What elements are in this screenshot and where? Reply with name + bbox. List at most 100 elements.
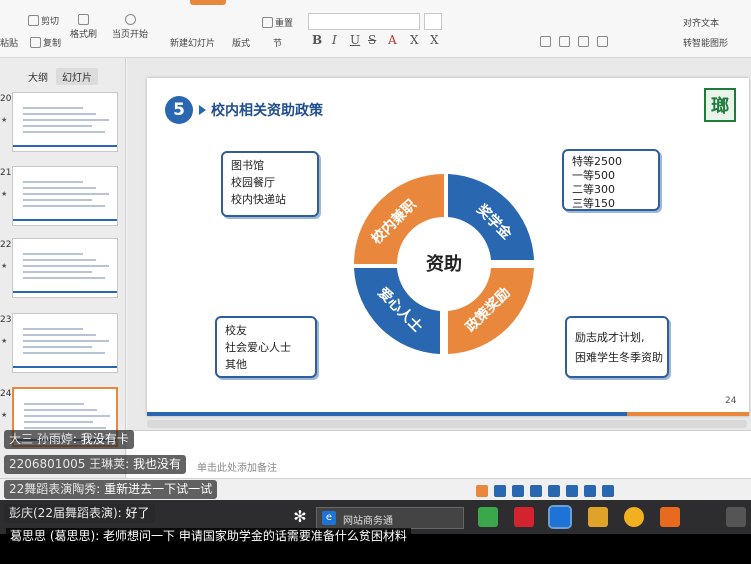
ime-toolbox-icon[interactable]: [602, 484, 614, 497]
thumbnail-number: 23: [0, 315, 12, 325]
chat-app-icon[interactable]: [624, 507, 644, 527]
cut-button[interactable]: 剪切: [28, 14, 59, 27]
chat-text: 重新进去一下试一试: [104, 482, 213, 496]
slide-title: 校内相关资助政策: [211, 103, 323, 119]
thumbnail-number: 20: [0, 94, 12, 104]
thumbnail-text-line: [24, 427, 106, 429]
thumbnail-text-line: [23, 253, 83, 255]
horizontal-scrollbar[interactable]: [147, 420, 747, 428]
paste-button[interactable]: 粘贴: [0, 36, 18, 49]
thumbnail-text-line: [23, 265, 109, 267]
browser-icon: e: [322, 511, 336, 525]
font-color-button[interactable]: A: [388, 33, 397, 47]
slide-thumbnail[interactable]: [12, 166, 118, 226]
app-green-icon[interactable]: [478, 507, 498, 527]
ime-punct-icon[interactable]: [512, 484, 524, 497]
reset-button[interactable]: 重置: [262, 16, 293, 29]
center-label: 资助: [426, 253, 462, 275]
italic-button[interactable]: I: [332, 33, 337, 47]
slide-thumbnail[interactable]: [12, 238, 118, 298]
slide-thumbnail[interactable]: [12, 92, 118, 152]
align-center-icon[interactable]: [559, 36, 570, 47]
font-size-select[interactable]: [424, 13, 442, 30]
thumbnail-text-line: [23, 328, 83, 330]
underline-button[interactable]: U: [350, 33, 360, 47]
tab-outline[interactable]: 大纲: [22, 68, 54, 85]
thumbnail-text-line: [23, 187, 96, 189]
chat-username: 22舞蹈表演陶秀: [9, 482, 97, 496]
slide-thumbnail[interactable]: [12, 313, 118, 373]
pinwheel-icon[interactable]: ✻: [290, 507, 310, 527]
thumbnail-text-line: [23, 107, 83, 109]
align-left-icon[interactable]: [540, 36, 551, 47]
box-top-right: 特等2500 一等500 二等300 三等150: [562, 149, 660, 211]
ime-toolbar: [476, 482, 696, 499]
notes-pane[interactable]: 单击此处添加备注: [127, 430, 751, 478]
ime-emoji-icon[interactable]: [530, 484, 542, 497]
site-search-box[interactable]: e 网站商务通: [316, 507, 464, 529]
box-bottom-right: 励志成才计划, 困难学生冬季资助: [565, 316, 669, 378]
slide[interactable]: 5 校内相关资助政策 瑯 图书馆 校园餐厅 校内快递站 特等2500 一等500…: [147, 78, 749, 416]
play-icon: [124, 14, 136, 25]
thumbnail-text-line: [23, 113, 96, 115]
thumbnail-text-line: [23, 334, 96, 336]
chat-username: 2206801005 王琳荚: [9, 457, 126, 471]
animation-star-icon: ★: [1, 262, 8, 270]
thumbnail-text-line: [23, 131, 105, 133]
thumbnail-text-line: [23, 340, 109, 342]
thumbnail-text-line: [23, 352, 105, 354]
box-bottom-left: 校友 社会爱心人士 其他: [215, 316, 317, 378]
wps-icon[interactable]: [514, 507, 534, 527]
thumbnail-text-line: [23, 259, 96, 261]
file-explorer-icon[interactable]: [588, 507, 608, 527]
play-from-current-button[interactable]: 当页开始: [112, 14, 148, 40]
font-name-select[interactable]: [308, 13, 420, 30]
screen: 剪切 格式刷 当页开始 粘贴 复制 新建幻灯片 版式 节 重置 B I U S …: [0, 0, 751, 564]
copy-icon: [30, 37, 41, 48]
superscript-button[interactable]: X: [410, 33, 419, 47]
section-button[interactable]: 节: [273, 36, 282, 49]
animation-star-icon: ★: [1, 190, 8, 198]
strikethrough-button[interactable]: S: [368, 33, 376, 47]
new-slide-button[interactable]: 新建幻灯片: [170, 36, 215, 49]
thumbnail-footer-bar: [13, 291, 117, 293]
format-painter-button[interactable]: 格式刷: [70, 14, 97, 40]
tab-slides[interactable]: 幻灯片: [56, 68, 98, 85]
align-text-button[interactable]: 对齐文本: [683, 16, 719, 29]
layout-button[interactable]: 版式: [232, 36, 250, 49]
thumbnail-text-line: [24, 415, 110, 417]
brush-icon: [78, 14, 89, 25]
chat-message: 22舞蹈表演陶秀: 重新进去一下试一试: [4, 480, 218, 499]
presentation-app-icon[interactable]: [548, 505, 572, 529]
justify-icon[interactable]: [597, 36, 608, 47]
ime-keyboard-icon[interactable]: [566, 484, 578, 497]
thumbnail-footer-bar: [13, 145, 117, 147]
thumbnail-text-line: [23, 125, 92, 127]
chat-text: 好了: [125, 506, 150, 520]
ime-mic-icon[interactable]: [548, 484, 560, 497]
slide-section-number: 5: [165, 96, 193, 124]
box-top-left: 图书馆 校园餐厅 校内快递站: [221, 151, 319, 217]
subscript-button[interactable]: X: [430, 33, 439, 47]
thumbnail-number: 24: [0, 389, 12, 399]
chat-text: 我也没有: [133, 457, 182, 471]
smart-graphic-button[interactable]: 转智能图形: [683, 36, 728, 49]
align-right-icon[interactable]: [578, 36, 589, 47]
chat-message: 彭庆(22届舞蹈表演): 好了: [4, 504, 155, 523]
thumbnail-text-line: [24, 409, 97, 411]
thumbnail-footer-bar: [13, 366, 117, 368]
ribbon-toolbar: 剪切 格式刷 当页开始 粘贴 复制 新建幻灯片 版式 节 重置 B I U S …: [0, 0, 751, 58]
tray-icon[interactable]: [726, 507, 746, 527]
chat-username: 大三 孙雨婷: [9, 432, 73, 446]
ime-logo-icon[interactable]: [476, 484, 488, 497]
ime-mode-icon[interactable]: [494, 484, 506, 497]
chat-message: 大三 孙雨婷: 我没有卡: [4, 430, 134, 449]
slide-bottom-accent: [627, 412, 749, 416]
video-app-icon[interactable]: [660, 507, 680, 527]
thumbnail-number: 21: [0, 168, 12, 178]
copy-button[interactable]: 复制: [30, 36, 61, 49]
thumbnail-text-line: [23, 346, 92, 348]
bold-button[interactable]: B: [312, 33, 322, 47]
animation-star-icon: ★: [1, 337, 8, 345]
ime-skin-icon[interactable]: [584, 484, 596, 497]
